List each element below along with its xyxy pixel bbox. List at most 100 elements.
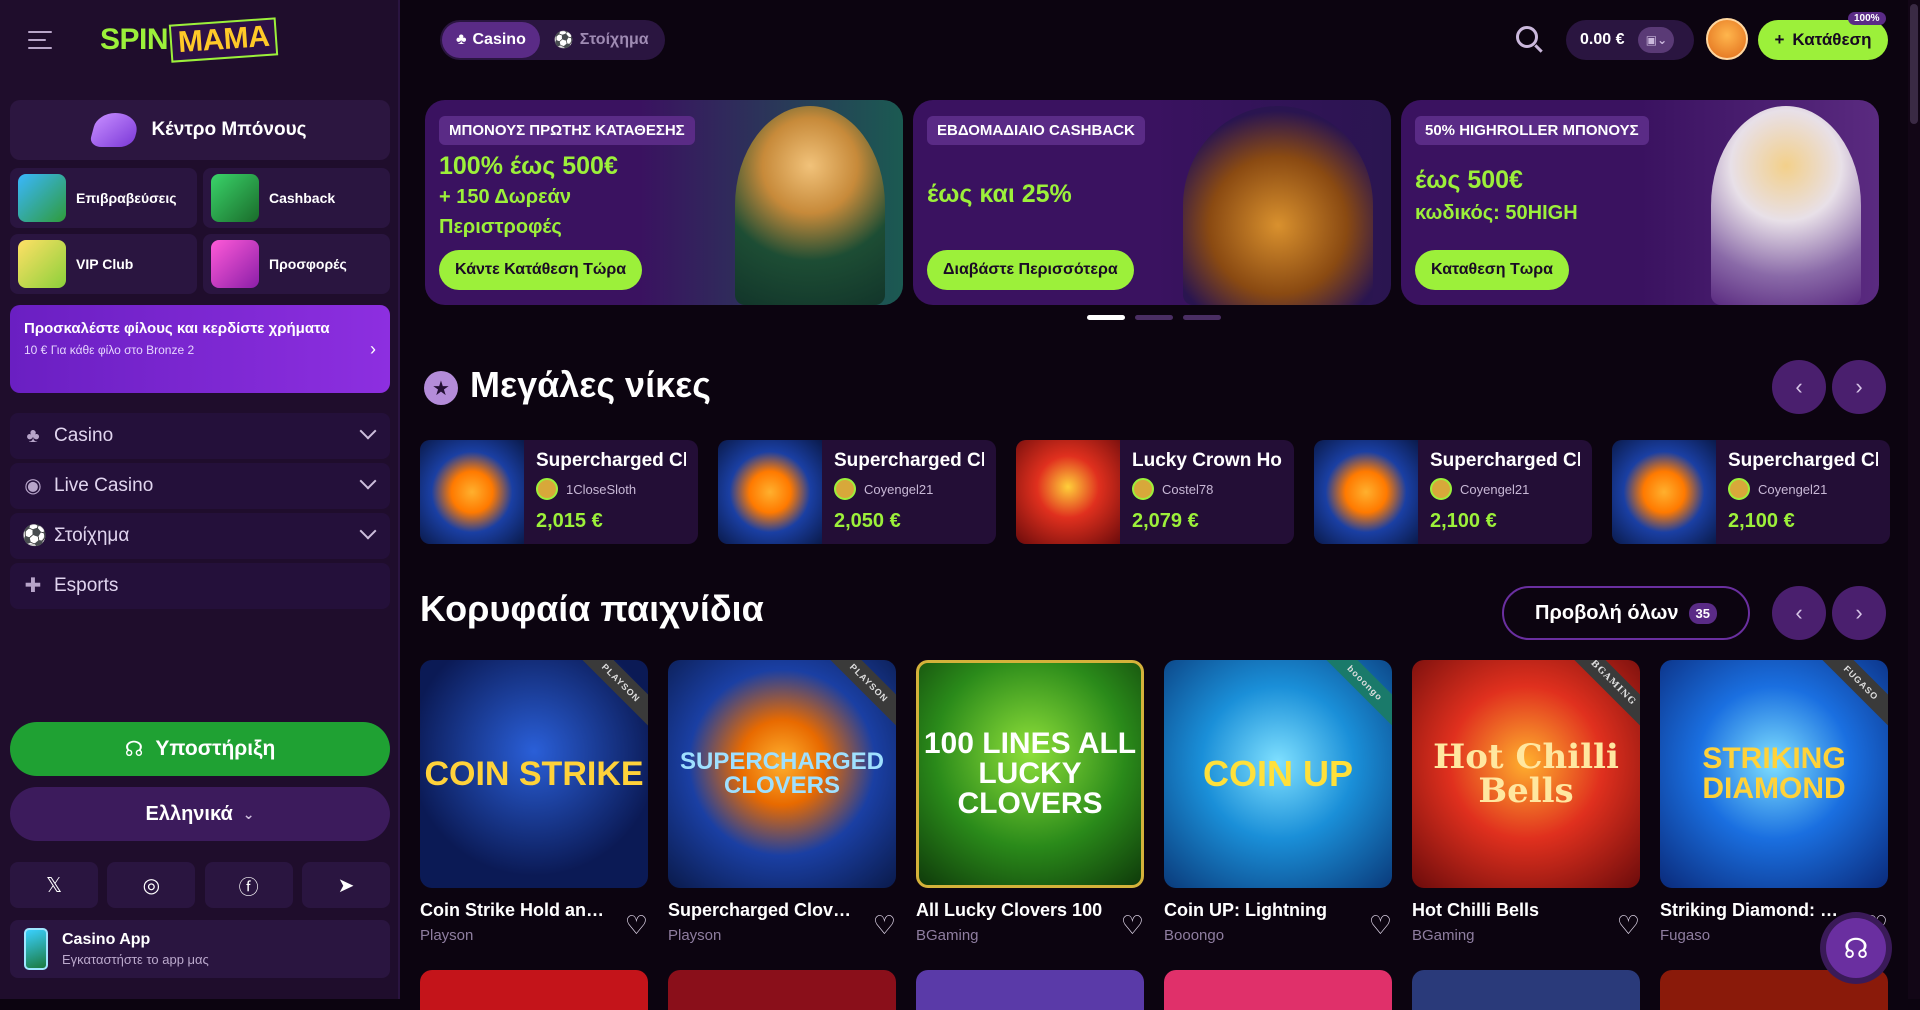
gamepad-icon: ✚: [24, 575, 42, 597]
promo-headline: έως 500€: [1415, 166, 1523, 194]
casino-app-banner[interactable]: Casino App Εγκαταστήστε το app μας: [10, 920, 390, 978]
user-avatar: [834, 478, 856, 500]
tile-offers[interactable]: Προσφορές: [203, 234, 390, 294]
win-card[interactable]: Supercharged Clovers 1CloseSloth 2,015 €: [420, 440, 698, 544]
promo-headline: έως και 25%: [927, 180, 1072, 208]
telegram-icon[interactable]: ➤: [301, 862, 390, 908]
tab-sports[interactable]: ⚽ Στοίχημα: [540, 22, 663, 58]
game-card[interactable]: COIN UP booongo Coin UP: Lightning Booon…: [1164, 660, 1392, 944]
facebook-icon[interactable]: ⓕ: [204, 862, 293, 908]
invite-friends-banner[interactable]: Προσκαλέστε φίλους και κερδίστε χρήματα …: [10, 305, 390, 393]
promo-tag: ΕΒΔΟΜΑΔΙΑΙΟ CASHBACK: [927, 116, 1145, 145]
chevron-down-icon: [359, 422, 377, 440]
game-card-partial[interactable]: [1412, 970, 1640, 1010]
win-game-name: Supercharged Clovers: [834, 450, 984, 471]
live-chat-button[interactable]: ☊: [1826, 918, 1886, 978]
sidebar-item-live-casino[interactable]: ◉ Live Casino: [10, 463, 390, 509]
game-card-partial[interactable]: [1164, 970, 1392, 1010]
sidebar-item-casino[interactable]: ♣ Casino: [10, 413, 390, 459]
game-art[interactable]: SUPERCHARGED CLOVERS PLAYSON: [668, 660, 896, 888]
promo-code: κωδικός: 50HIGH: [1415, 202, 1578, 224]
game-card[interactable]: STRIKING DIAMOND FUGASO Striking Diamond…: [1660, 660, 1888, 944]
game-title[interactable]: All Lucky Clovers 100: [916, 900, 1106, 921]
user-avatar: [1132, 478, 1154, 500]
win-game-name: Supercharged Clovers: [1728, 450, 1878, 471]
tab-casino[interactable]: ♣ Casino: [442, 22, 540, 58]
heart-icon[interactable]: ♡: [1617, 910, 1640, 941]
view-all-button[interactable]: Προβολή όλων 35: [1502, 586, 1750, 640]
carousel-dot[interactable]: [1183, 315, 1221, 320]
broadcast-icon: ◉: [24, 475, 42, 497]
support-button[interactable]: ☊ Υποστήριξη: [10, 722, 390, 776]
provider-corner-label: booongo: [1318, 660, 1392, 730]
game-art[interactable]: COIN STRIKE PLAYSON: [420, 660, 648, 888]
promo-character-image: [1711, 106, 1861, 305]
game-title[interactable]: Coin Strike Hold and Win: [420, 900, 610, 921]
promo-banner-3[interactable]: 50% HIGHROLLER ΜΠΟΝΟΥΣ έως 500€ κωδικός:…: [1401, 100, 1879, 305]
deposit-button[interactable]: + Κατάθεση: [1758, 20, 1888, 60]
game-card-partial[interactable]: [668, 970, 896, 1010]
carousel-dot[interactable]: [1087, 315, 1125, 320]
carousel-dots: [1087, 315, 1221, 320]
game-thumbnail: [420, 440, 524, 544]
game-art[interactable]: 100 LINES ALL LUCKY CLOVERS: [916, 660, 1144, 888]
support-label: Υποστήριξη: [155, 737, 276, 760]
win-card[interactable]: Lucky Crown Hold and Win Costel78 2,079 …: [1016, 440, 1294, 544]
language-selector[interactable]: Ελληνικά ⌄: [10, 787, 390, 841]
game-title[interactable]: Hot Chilli Bells: [1412, 900, 1602, 921]
heart-icon[interactable]: ♡: [873, 910, 896, 941]
game-art[interactable]: COIN UP booongo: [1164, 660, 1392, 888]
win-username: 1CloseSloth: [566, 481, 637, 497]
menu-icon[interactable]: [28, 31, 52, 49]
page-scrollbar[interactable]: [1908, 0, 1920, 999]
tile-vip-club[interactable]: VIP Club: [10, 234, 197, 294]
game-provider: Booongo: [1164, 927, 1225, 944]
sidebar-item-label: Esports: [54, 575, 119, 596]
instagram-icon[interactable]: ◎: [107, 862, 196, 908]
game-card[interactable]: Hot Chilli Bells BGAMING Hot Chilli Bell…: [1412, 660, 1640, 944]
promo-banner-1[interactable]: ΜΠΟΝΟΥΣ ΠΡΩΤΗΣ ΚΑΤΑΘΕΣΗΣ 100% έως 500€ +…: [425, 100, 903, 305]
game-art[interactable]: Hot Chilli Bells BGAMING: [1412, 660, 1640, 888]
search-icon[interactable]: [1516, 26, 1538, 48]
sidebar-item-label: Στοίχημα: [54, 525, 130, 546]
games-prev-button[interactable]: ‹: [1772, 586, 1826, 640]
avatar[interactable]: [1706, 18, 1748, 60]
promo-cta-button[interactable]: Καταθεση Τωρα: [1415, 250, 1569, 290]
wins-prev-button[interactable]: ‹: [1772, 360, 1826, 414]
heart-icon[interactable]: ♡: [1121, 910, 1144, 941]
game-card[interactable]: COIN STRIKE PLAYSON Coin Strike Hold and…: [420, 660, 648, 944]
sidebar-item-esports[interactable]: ✚ Esports: [10, 563, 390, 609]
heart-icon[interactable]: ♡: [625, 910, 648, 941]
cherries-icon: ♣: [456, 31, 467, 48]
tile-rewards[interactable]: Επιβραβεύσεις: [10, 168, 197, 228]
game-title[interactable]: Striking Diamond: Running Wins: [1660, 900, 1850, 921]
win-card[interactable]: Supercharged Clovers Coyengel21 2,100 €: [1612, 440, 1890, 544]
sidebar-item-sports[interactable]: ⚽ Στοίχημα: [10, 513, 390, 559]
promo-cta-button[interactable]: Κάντε Κατάθεση Τώρα: [439, 250, 643, 290]
tile-cashback[interactable]: Cashback: [203, 168, 390, 228]
game-card[interactable]: 100 LINES ALL LUCKY CLOVERS All Lucky Cl…: [916, 660, 1144, 944]
carousel-dot[interactable]: [1135, 315, 1173, 320]
game-card[interactable]: SUPERCHARGED CLOVERS PLAYSON Supercharge…: [668, 660, 896, 944]
offers-icon: [211, 240, 259, 288]
scrollbar-thumb[interactable]: [1910, 4, 1918, 124]
win-card[interactable]: Supercharged Clovers Coyengel21 2,100 €: [1314, 440, 1592, 544]
game-title[interactable]: Supercharged Clovers: [668, 900, 858, 921]
bonus-center-button[interactable]: Κέντρο Μπόνους: [10, 100, 390, 160]
game-card-partial[interactable]: [420, 970, 648, 1010]
x-twitter-icon[interactable]: 𝕏: [10, 862, 98, 908]
game-card-partial[interactable]: [916, 970, 1144, 1010]
game-art-title: COIN UP: [1202, 753, 1353, 794]
promo-cta-button[interactable]: Διαβάστε Περισσότερα: [927, 250, 1134, 290]
logo[interactable]: SPIN MAMA: [100, 17, 279, 63]
social-links: 𝕏 ◎ ⓕ ➤: [10, 862, 390, 908]
heart-icon[interactable]: ♡: [1369, 910, 1392, 941]
games-next-button[interactable]: ›: [1832, 586, 1886, 640]
balance-display[interactable]: 0.00 € ▣⌄: [1566, 20, 1694, 60]
wins-next-button[interactable]: ›: [1832, 360, 1886, 414]
game-art[interactable]: STRIKING DIAMOND FUGASO: [1660, 660, 1888, 888]
win-card[interactable]: Supercharged Clovers Coyengel21 2,050 €: [718, 440, 996, 544]
top-games-title: Κορυφαία παιχνίδια: [420, 588, 764, 629]
promo-banner-2[interactable]: ΕΒΔΟΜΑΔΙΑΙΟ CASHBACK έως και 25% Διαβάστ…: [913, 100, 1391, 305]
game-title[interactable]: Coin UP: Lightning: [1164, 900, 1354, 921]
